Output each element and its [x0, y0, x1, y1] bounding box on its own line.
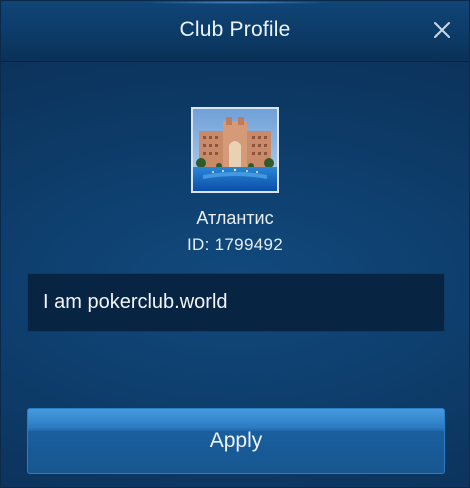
- club-description-field[interactable]: I am pokerclub.world: [27, 273, 445, 332]
- close-icon: [434, 22, 450, 38]
- header-glow: [136, 1, 336, 4]
- apply-button[interactable]: Apply: [27, 408, 445, 474]
- close-button[interactable]: [431, 19, 453, 41]
- dialog-title: Club Profile: [179, 18, 291, 41]
- dialog-header: Club Profile: [1, 1, 469, 62]
- club-description-text: I am pokerclub.world: [43, 291, 228, 313]
- club-id: ID: 1799492: [187, 235, 283, 254]
- apply-button-label: Apply: [209, 429, 263, 452]
- club-name: Атлантис: [196, 208, 274, 228]
- club-avatar-image: [193, 109, 277, 191]
- club-avatar[interactable]: [191, 107, 279, 193]
- apply-button-sheen: [28, 409, 444, 431]
- club-profile-dialog: Club Profile Атлантис ID: 1799492 I am p…: [0, 0, 470, 488]
